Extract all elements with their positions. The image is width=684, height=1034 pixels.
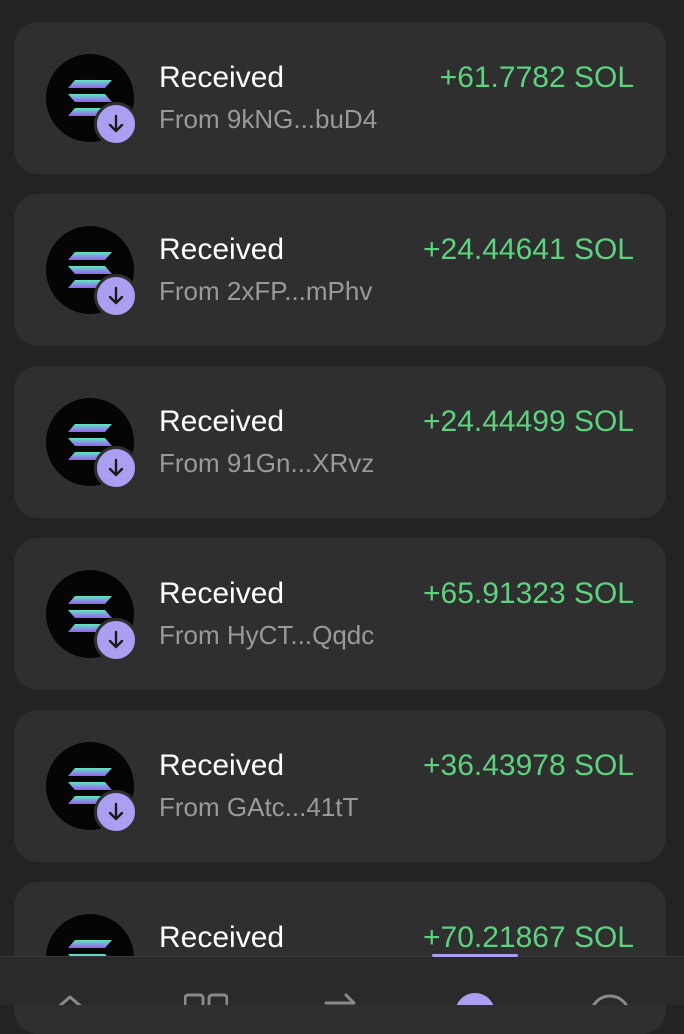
- transaction-amount: +65.91323 SOL: [422, 577, 634, 610]
- transaction-amount: +24.44499 SOL: [422, 405, 634, 438]
- transaction-title: Received: [159, 405, 285, 438]
- home-icon[interactable]: [50, 991, 90, 1005]
- nav-active-indicator: [432, 954, 518, 957]
- transaction-amount: +36.43978 SOL: [422, 749, 634, 782]
- arrow-down-icon: [94, 446, 138, 490]
- transaction-title: Received: [159, 749, 285, 782]
- arrow-down-icon: [94, 618, 138, 662]
- transaction-title: Received: [159, 61, 285, 94]
- transaction-sender: From 2xFP...mPhv: [159, 276, 373, 306]
- transaction-amount: +61.7782 SOL: [439, 61, 634, 94]
- transaction-sender: From 9kNG...buD4: [159, 104, 378, 134]
- transaction-item[interactable]: Received From 9kNG...buD4 +61.7782 SOL: [14, 22, 666, 174]
- transaction-title: Received: [159, 577, 285, 610]
- transaction-item[interactable]: Received From HyCT...Qqdc +65.91323 SOL: [14, 538, 666, 690]
- transaction-amount: +24.44641 SOL: [422, 233, 634, 266]
- search-icon[interactable]: [588, 991, 632, 1005]
- arrow-down-icon: [94, 274, 138, 318]
- transaction-item[interactable]: Received From 91Gn...XRvz +24.44499 SOL: [14, 366, 666, 518]
- transaction-sender: From 91Gn...XRvz: [159, 448, 375, 478]
- transaction-sender: From HyCT...Qqdc: [159, 620, 375, 650]
- arrow-down-icon: [94, 102, 138, 146]
- transaction-title: Received: [159, 233, 285, 266]
- arrow-down-icon: [94, 790, 138, 834]
- grid-icon[interactable]: [184, 991, 228, 1005]
- transaction-title: Received: [159, 921, 285, 954]
- transaction-item[interactable]: Received From GAtc...41tT +36.43978 SOL: [14, 710, 666, 862]
- transaction-item[interactable]: Received From 2xFP...mPhv +24.44641 SOL: [14, 194, 666, 346]
- swap-icon[interactable]: [322, 991, 362, 1005]
- activity-icon[interactable]: [455, 991, 495, 1005]
- bottom-nav: [0, 956, 684, 1005]
- transaction-sender: From GAtc...41tT: [159, 792, 359, 822]
- transaction-amount: +70.21867 SOL: [422, 921, 634, 954]
